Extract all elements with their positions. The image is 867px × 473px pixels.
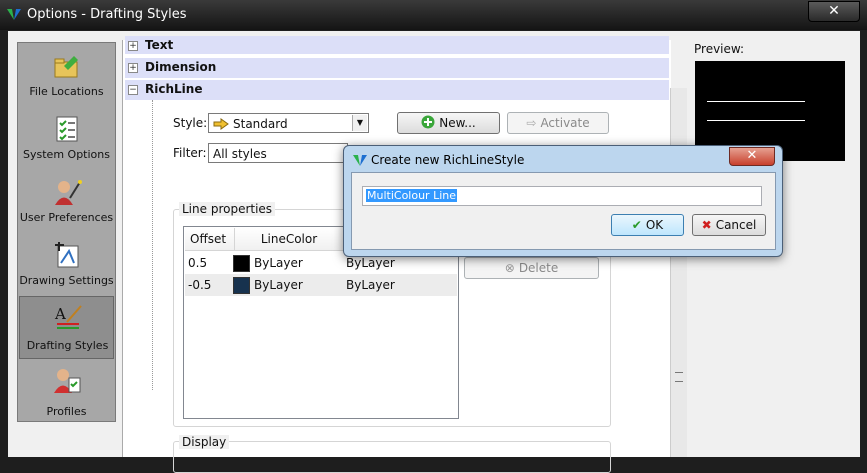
category-nav: File Locations System Options User Prefe…: [17, 42, 116, 422]
delete-button[interactable]: ⊗ Delete: [464, 257, 599, 279]
chevron-down-icon[interactable]: ▼: [352, 115, 367, 131]
preview-label: Preview:: [694, 42, 745, 56]
vertical-scrollbar[interactable]: [670, 88, 687, 457]
color-swatch: [233, 255, 250, 272]
nav-item-file-locations[interactable]: File Locations: [19, 47, 114, 107]
nav-label: System Options: [23, 148, 110, 161]
nav-item-system-options[interactable]: System Options: [19, 110, 114, 170]
nav-label: Profiles: [46, 405, 87, 418]
tree-node-dimension[interactable]: + Dimension: [125, 58, 669, 78]
delete-icon: ⊗: [504, 261, 515, 275]
col-header-offset[interactable]: Offset: [185, 228, 235, 251]
linetype-cell: ByLayer: [346, 278, 395, 292]
expand-icon[interactable]: +: [128, 41, 138, 51]
style-value: Standard: [233, 117, 288, 131]
dialog-close-button[interactable]: ✕: [729, 147, 775, 166]
user-wand-icon: [55, 180, 82, 205]
arrow-right-icon: ⇨: [526, 116, 537, 130]
color-swatch: [233, 277, 250, 294]
offset-cell: -0.5: [188, 278, 212, 292]
tree-node-richline[interactable]: − RichLine: [125, 80, 669, 100]
nav-item-user-preferences[interactable]: User Preferences: [19, 173, 114, 233]
ok-button[interactable]: ✔ OK: [611, 214, 684, 236]
display-title: Display: [179, 435, 230, 449]
linecolor-cell: ByLayer: [254, 278, 303, 292]
app-logo-icon: [7, 9, 21, 20]
offset-cell: 0.5: [188, 256, 208, 270]
nav-label: File Locations: [29, 85, 104, 98]
line-properties-title: Line properties: [179, 202, 276, 216]
window-title: Options - Drafting Styles: [27, 7, 187, 22]
nav-item-profiles[interactable]: Profiles: [19, 361, 114, 421]
linecolor-cell: ByLayer: [254, 256, 303, 270]
nav-label: Drawing Settings: [19, 274, 114, 287]
col-header-linecolor[interactable]: LineColor: [235, 228, 344, 251]
cancel-button[interactable]: ✖ Cancel: [692, 214, 766, 236]
delete-button-label: Delete: [518, 261, 559, 275]
drafting-styles-icon: A: [54, 305, 82, 329]
cancel-button-label: Cancel: [715, 218, 757, 232]
preview-line: [707, 101, 805, 102]
new-button[interactable]: New...: [397, 112, 500, 134]
folder-arrow-icon: [54, 56, 78, 78]
window-close-button[interactable]: ✕: [808, 1, 860, 22]
new-button-label: New...: [439, 116, 476, 130]
preview-line: [707, 120, 805, 121]
filter-combo[interactable]: All styles: [208, 143, 348, 163]
filter-label: Filter:: [173, 146, 207, 160]
create-richlinestyle-dialog: Create new RichLineStyle ✕ MultiColour L…: [343, 145, 783, 257]
checklist-icon: [56, 116, 78, 142]
app-logo-icon: [353, 155, 367, 166]
expand-icon[interactable]: +: [128, 63, 138, 73]
nav-item-drafting-styles[interactable]: A Drafting Styles: [19, 296, 114, 359]
tree-guide-line: [152, 100, 153, 390]
dialog-title: Create new RichLineStyle: [371, 153, 525, 167]
profile-user-icon: [54, 369, 81, 393]
linetype-cell: ByLayer: [346, 256, 395, 270]
display-group: [173, 441, 611, 473]
svg-text:A: A: [54, 305, 66, 323]
nav-label: User Preferences: [19, 211, 114, 224]
nav-label: Drafting Styles: [26, 339, 109, 352]
style-combo[interactable]: Standard ▼: [208, 113, 369, 133]
checkmark-icon: ✔: [631, 218, 642, 232]
collapse-icon[interactable]: −: [128, 85, 138, 95]
style-name-input[interactable]: MultiColour Line: [362, 186, 762, 206]
arrow-right-icon: [213, 118, 229, 130]
tree-node-label: RichLine: [145, 82, 203, 96]
ok-button-label: OK: [645, 218, 664, 232]
tree-node-label: Text: [145, 38, 174, 52]
tree-node-label: Dimension: [145, 60, 217, 74]
cancel-x-icon: ✖: [701, 218, 712, 232]
filter-value: All styles: [213, 147, 267, 161]
drawing-settings-icon: [55, 242, 79, 268]
add-icon: [421, 115, 435, 129]
nav-item-drawing-settings[interactable]: Drawing Settings: [19, 236, 114, 296]
activate-button-label: Activate: [540, 116, 590, 130]
scroll-grip-icon: [675, 372, 683, 382]
style-name-text: MultiColour Line: [366, 189, 457, 202]
dialog-body: MultiColour Line ✔ OK ✖ Cancel: [351, 172, 776, 250]
style-label: Style:: [173, 116, 208, 130]
tree-node-text[interactable]: + Text: [125, 36, 669, 54]
table-row[interactable]: -0.5 ByLayer ByLayer: [185, 274, 457, 296]
activate-button[interactable]: ⇨ Activate: [507, 112, 609, 134]
